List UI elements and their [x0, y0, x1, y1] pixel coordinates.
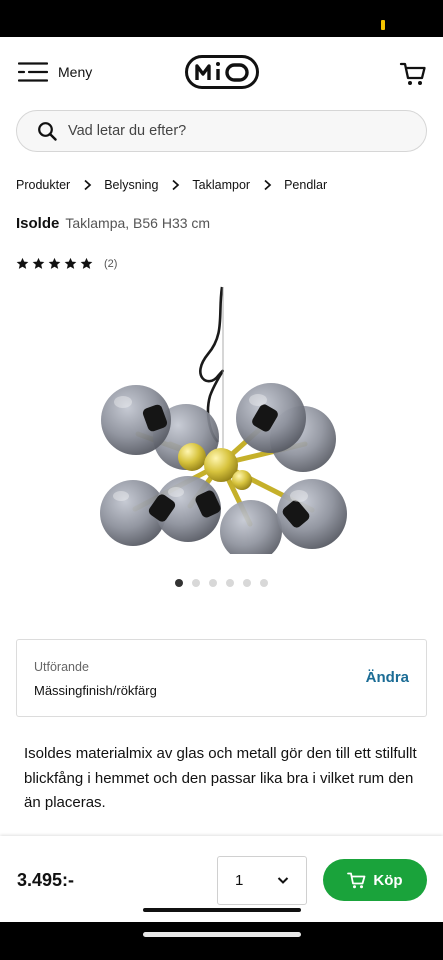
product-name: Isolde [16, 215, 60, 232]
variant-value: Mässingfinish/rökfärg [34, 683, 157, 698]
chevron-right-icon [264, 179, 272, 191]
status-indicator [381, 20, 385, 30]
breadcrumb-item-taklampor[interactable]: Taklampor [192, 178, 250, 192]
cart-icon[interactable] [399, 59, 427, 87]
star-icon [16, 257, 29, 269]
rating-stars [16, 257, 93, 270]
carousel-dot[interactable] [243, 579, 251, 587]
menu-button[interactable]: Meny [18, 61, 92, 83]
carousel-dot[interactable] [175, 579, 183, 587]
search-input[interactable] [68, 123, 388, 139]
star-icon [32, 257, 45, 269]
buy-label: Köp [373, 871, 403, 889]
carousel-dot[interactable] [209, 579, 217, 587]
purchase-bar: 3.495:- 1 Köp [0, 836, 443, 922]
system-bottom-strip [0, 922, 443, 960]
star-icon [64, 257, 77, 269]
breadcrumb-item-belysning[interactable]: Belysning [104, 178, 158, 192]
search-icon [38, 122, 57, 141]
carousel-dot[interactable] [260, 579, 268, 587]
cart-icon [347, 872, 366, 888]
change-variant-button[interactable]: Ändra [366, 669, 409, 686]
hamburger-icon [18, 62, 48, 82]
star-icon [48, 257, 61, 269]
home-indicator-shadow [143, 908, 301, 912]
app-screen: Meny Produkter Belysning Taklampor Pe [0, 37, 443, 922]
menu-label: Meny [58, 64, 93, 80]
chevron-down-icon [277, 877, 289, 884]
carousel-dot[interactable] [226, 579, 234, 587]
product-subtitle: Taklampa, B56 H33 cm [65, 215, 211, 231]
breadcrumb: Produkter Belysning Taklampor Pendlar [16, 178, 327, 192]
carousel-dot[interactable] [192, 579, 200, 587]
buy-button[interactable]: Köp [323, 859, 427, 901]
product-image[interactable] [90, 284, 352, 554]
chevron-right-icon [172, 179, 180, 191]
breadcrumb-item-pendlar[interactable]: Pendlar [284, 178, 327, 192]
rating-count: (2) [104, 257, 118, 270]
quantity-select[interactable]: 1 [217, 856, 307, 905]
mio-logo[interactable] [185, 55, 259, 89]
price: 3.495:- [17, 870, 75, 890]
star-icon [80, 257, 93, 269]
home-indicator[interactable] [143, 932, 301, 937]
image-carousel-dots [175, 579, 268, 587]
quantity-value: 1 [235, 872, 244, 889]
header: Meny [0, 37, 443, 107]
product-rating[interactable]: (2) [16, 257, 117, 270]
variant-label: Utförande [34, 660, 89, 674]
status-bar [0, 0, 443, 37]
product-title: Isolde Taklampa, B56 H33 cm [16, 215, 210, 232]
breadcrumb-item-produkter[interactable]: Produkter [16, 178, 70, 192]
variant-selector[interactable]: Utförande Mässingfinish/rökfärg Ändra [16, 639, 427, 717]
search-bar[interactable] [16, 110, 427, 152]
product-description: Isoldes materialmix av glas och metall g… [24, 745, 417, 811]
chevron-right-icon [84, 179, 92, 191]
